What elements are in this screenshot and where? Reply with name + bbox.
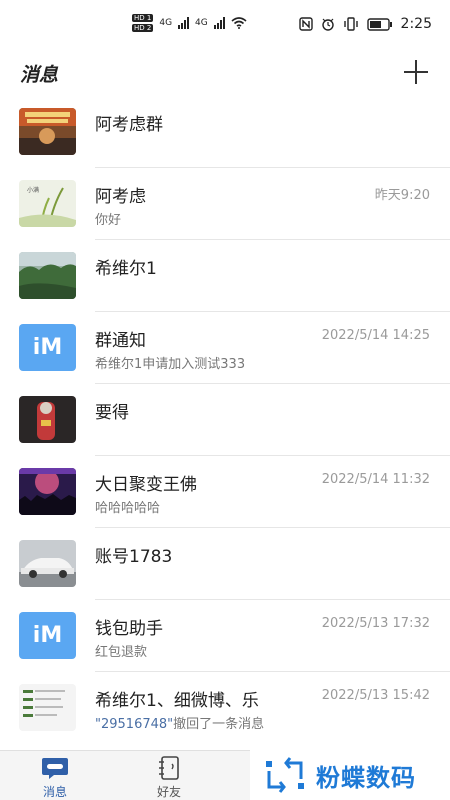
conversation-item[interactable]: 账号1783 [0,528,450,600]
status-bar: HD 1 HD 2 4G 4G 2:25 [0,0,450,52]
conversation-preview: 你好 [95,213,122,228]
im-logo: iM [19,324,76,371]
car-photo-thumbnail [19,540,76,587]
conversation-name: 要得 [95,403,129,423]
conversation-preview: "29516748"撤回了一条消息 [95,713,264,732]
watermark: 粉蝶数码 [250,750,450,800]
page-title: 消息 [20,64,59,86]
conversation-name: 账号1783 [95,547,173,567]
system-indicators: 2:25 [298,16,432,32]
svg-text:小满: 小满 [27,186,39,194]
conversation-item[interactable]: 希维尔1、细微博、乐 "29516748"撤回了一条消息 2022/5/13 1… [0,672,450,744]
network-indicators: HD 1 HD 2 4G 4G [132,14,247,32]
clock: 2:25 [400,16,432,32]
recall-text: 撤回了一条消息 [173,717,265,732]
conversation-list: 阿考虑群 小满 阿考虑 你好 昨天9:20 希维尔1 iM 群通知 希维尔1申请… [0,96,450,744]
concert-photo-thumbnail [19,468,76,515]
conversation-name: 阿考虑 [95,187,146,207]
forest-photo-thumbnail [19,252,76,299]
signal-icon-2 [213,17,225,29]
watermark-logo-icon [266,757,304,793]
tab-friends-label: 好友 [156,785,181,799]
conversation-item[interactable]: iM 群通知 希维尔1申请加入测试333 2022/5/14 14:25 [0,312,450,384]
tab-friends[interactable]: 好友 [114,751,224,800]
hd-badges: HD 1 HD 2 [132,14,154,32]
watermark-text: 粉蝶数码 [316,763,416,792]
chat-bubble-icon [42,758,68,779]
conversation-name: 群通知 [95,331,146,351]
conversation-item[interactable]: 阿考虑群 [0,96,450,168]
network-type-2: 4G [195,18,208,28]
conversation-preview: 希维尔1申请加入测试333 [95,357,246,372]
conversation-preview: 哈哈哈哈哈 [95,501,161,516]
im-logo: iM [19,612,76,659]
conversation-item[interactable]: 希维尔1 [0,240,450,312]
app-screenshot-thumbnail [19,684,76,731]
poster-thumbnail [19,108,76,155]
conversation-name: 希维尔1 [95,259,157,279]
conversation-name: 钱包助手 [95,619,163,639]
recalled-id: "29516748" [95,717,174,732]
app-header: 消息 [0,52,450,96]
conversation-name: 大日聚变王佛 [95,475,197,495]
conversation-time: 2022/5/14 14:25 [321,328,430,343]
wifi-icon [231,17,247,29]
nfc-icon [298,17,313,31]
battery-icon [366,17,392,31]
conversation-item[interactable]: iM 钱包助手 红包退款 2022/5/13 17:32 [0,600,450,672]
conversation-time: 2022/5/13 15:42 [321,688,430,703]
signal-icon [178,17,190,29]
conversation-item[interactable]: 大日聚变王佛 哈哈哈哈哈 2022/5/14 11:32 [0,456,450,528]
tab-messages-label: 消息 [42,785,67,799]
tab-messages[interactable]: 消息 [0,751,110,800]
hd1-badge: HD 1 [132,14,154,22]
conversation-time: 2022/5/14 11:32 [321,472,430,487]
hd2-badge: HD 2 [132,24,154,32]
conversation-item[interactable]: 小满 阿考虑 你好 昨天9:20 [0,168,450,240]
conversation-name: 阿考虑群 [95,115,163,135]
alarm-icon [321,18,334,31]
conversation-preview: 红包退款 [95,645,148,660]
grain-illustration-thumbnail: 小满 [19,180,76,227]
contacts-icon [159,756,179,780]
conversation-item[interactable]: 要得 [0,384,450,456]
conversation-name: 希维尔1、细微博、乐 [95,691,259,711]
plus-icon[interactable] [402,58,430,86]
vibrate-icon [343,17,358,31]
conversation-time: 昨天9:20 [374,188,430,203]
network-type-1: 4G [159,18,173,28]
conversation-time: 2022/5/13 17:32 [321,616,430,631]
toy-figure-thumbnail [19,396,76,443]
